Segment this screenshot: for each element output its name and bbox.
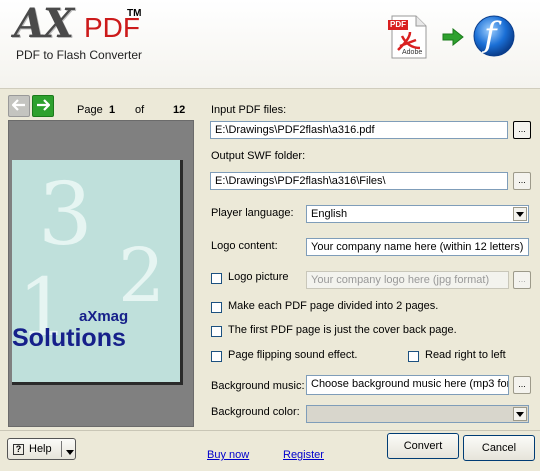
split-pages-label: Make each PDF page divided into 2 pages. [228, 300, 439, 312]
logo-picture-checkbox[interactable] [211, 273, 222, 284]
logo-picture-field[interactable]: Your company logo here (jpg format) [306, 271, 509, 289]
page-thumbnail: 3 2 1 aXmag Solutions [12, 160, 183, 385]
adobe-label: Adobe [402, 49, 423, 56]
input-pdf-field[interactable]: E:\Drawings\PDF2flash\a316.pdf [210, 121, 508, 139]
bg-color-select[interactable] [306, 405, 529, 423]
bg-music-field[interactable]: Choose background music here (mp3 format… [306, 375, 509, 395]
chevron-down-icon[interactable] [66, 446, 74, 458]
flip-sound-label: Page flipping sound effect. [228, 349, 358, 361]
help-label: Help [29, 443, 52, 455]
arrow-right-icon [36, 98, 51, 114]
current-page: 1 [109, 104, 116, 116]
flash-logo-icon: f [472, 14, 516, 58]
input-pdf-browse-button[interactable]: ... [513, 121, 531, 139]
output-swf-browse-button[interactable]: ... [513, 172, 531, 190]
cancel-button[interactable]: Cancel [463, 435, 535, 461]
help-icon: ? [13, 443, 24, 455]
next-page-button[interactable] [32, 95, 54, 117]
arrow-right-icon [442, 27, 464, 49]
preview-title: Solutions [12, 324, 126, 352]
help-button[interactable]: ? Help [7, 438, 76, 460]
logo-picture-label: Logo picture [228, 271, 289, 283]
flip-sound-checkbox[interactable] [211, 351, 222, 362]
register-link[interactable]: Register [283, 449, 324, 461]
player-language-value: English [311, 208, 348, 220]
output-swf-label: Output SWF folder: [211, 150, 306, 162]
app-header: AX PDF TM PDF to Flash Converter PDF Ado… [0, 0, 540, 89]
arrow-left-icon [11, 98, 26, 114]
bg-music-label: Background music: [211, 380, 305, 392]
read-rtl-label: Read right to left [425, 349, 506, 361]
help-dropdown-divider [61, 441, 62, 457]
pdf-document-icon: PDF Adobe [388, 14, 428, 60]
convert-button[interactable]: Convert [387, 433, 459, 459]
total-pages: 12 [173, 104, 186, 116]
split-pages-checkbox[interactable] [211, 302, 222, 313]
preview-brand: aXmag [79, 308, 129, 325]
flash-letter: f [484, 15, 497, 55]
of-label: of [135, 104, 145, 116]
app-subtitle: PDF to Flash Converter [16, 48, 143, 62]
output-swf-field[interactable]: E:\Drawings\PDF2flash\a316\Files\ [210, 172, 508, 190]
logo-ax: AX [14, 0, 74, 47]
read-rtl-checkbox[interactable] [408, 351, 419, 362]
player-language-label: Player language: [211, 207, 294, 219]
logo-picture-browse-button[interactable]: ... [513, 271, 531, 289]
buy-now-link[interactable]: Buy now [207, 449, 249, 461]
prev-page-button[interactable] [8, 95, 30, 117]
logo-content-label: Logo content: [211, 240, 278, 252]
player-language-select[interactable]: English [306, 205, 529, 223]
bg-color-label: Background color: [211, 406, 300, 418]
logo-content-field[interactable]: Your company name here (within 12 letter… [306, 238, 529, 256]
footer-divider [0, 430, 540, 431]
bg-music-browse-button[interactable]: ... [513, 376, 531, 394]
preview-digit-2: 2 [118, 233, 166, 319]
chevron-down-icon [513, 407, 527, 421]
chevron-down-icon [513, 207, 527, 221]
cover-back-checkbox[interactable] [211, 326, 222, 337]
page-label: Page [77, 104, 103, 116]
cover-back-label: The first PDF page is just the cover bac… [228, 324, 457, 336]
pdf-icon-label: PDF [390, 20, 406, 29]
logo-tm: TM [127, 8, 142, 19]
preview-digit-3: 3 [38, 165, 93, 265]
input-pdf-label: Input PDF files: [211, 104, 287, 116]
